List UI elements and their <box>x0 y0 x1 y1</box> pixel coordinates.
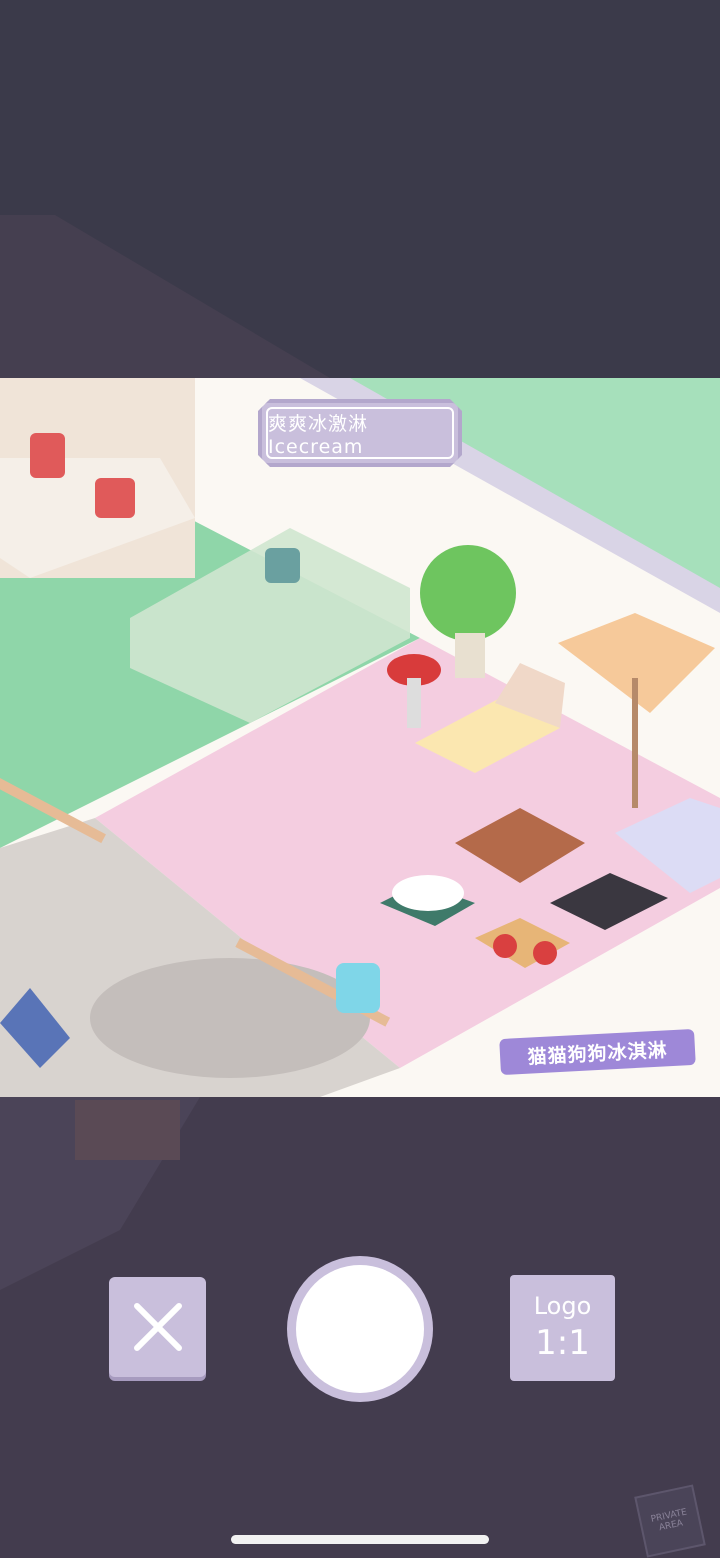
ratio-value: 1:1 <box>535 1323 590 1363</box>
shop-sign: 爽爽冰激淋 Icecream <box>258 399 462 467</box>
close-button[interactable] <box>109 1277 206 1377</box>
crop-viewport[interactable]: 爽爽冰激淋 Icecream 猫猫狗狗冰淇淋 <box>0 378 720 1097</box>
game-scene <box>0 378 720 1097</box>
logo-watermark: 猫猫狗狗冰淇淋 <box>490 1020 705 1080</box>
logo-ratio-button[interactable]: Logo 1:1 <box>510 1275 615 1381</box>
home-indicator[interactable] <box>231 1535 489 1544</box>
shop-sign-text: 爽爽冰激淋 Icecream <box>268 412 369 458</box>
shutter-button[interactable] <box>287 1256 433 1402</box>
close-x-icon <box>133 1303 182 1351</box>
ratio-logo-label: Logo <box>533 1292 592 1320</box>
logo-ribbon: 猫猫狗狗冰淇淋 <box>499 1028 696 1076</box>
logo-text: 猫猫狗狗冰淇淋 <box>527 1038 669 1069</box>
shutter-inner-circle <box>296 1265 424 1393</box>
private-area-sign: PRIVATE AREA <box>634 1484 706 1558</box>
